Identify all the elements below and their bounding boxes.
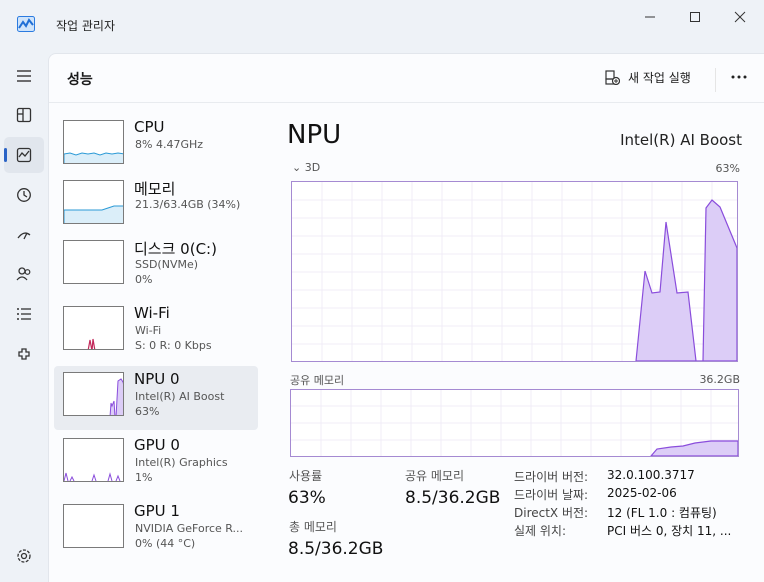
directx-version-label: DirectX 버전: — [514, 506, 589, 520]
nav-startup[interactable] — [4, 217, 44, 253]
cpu-thumbnail-graph — [63, 120, 124, 164]
utilization-value: 63% — [288, 488, 326, 508]
device-detail: 21.3/63.4GB (34%) — [135, 198, 241, 211]
processes-icon — [16, 107, 32, 123]
shared-memory-value: 8.5/36.2GB — [405, 488, 501, 508]
device-name: 디스크 0(C:) — [134, 240, 217, 258]
startup-icon — [17, 232, 31, 240]
new-task-icon — [605, 69, 620, 85]
driver-version-value: 32.0.100.3717 — [607, 468, 695, 482]
performance-icon — [16, 147, 32, 163]
device-name: GPU 1 — [134, 502, 180, 520]
device-name: NPU 0 — [134, 370, 180, 388]
device-detail: NVIDIA GeForce R... — [135, 522, 244, 535]
shared-memory-max-label: 36.2GB — [699, 373, 740, 386]
shared-memory-graph-label: 공유 메모리 — [290, 374, 345, 387]
services-icon — [18, 348, 30, 360]
minimize-icon — [645, 16, 655, 18]
npu-thumbnail-graph — [63, 372, 124, 416]
header-separator — [49, 102, 764, 103]
shared-memory-graph — [290, 389, 739, 457]
disk-thumbnail-graph — [63, 240, 124, 284]
gpu0-thumbnail-graph — [63, 438, 124, 482]
nav-settings[interactable] — [4, 538, 44, 574]
device-detail: Wi-Fi — [135, 324, 162, 337]
device-item-cpu[interactable]: CPU 8% 4.47GHz — [54, 114, 258, 178]
more-options-icon — [731, 75, 747, 79]
device-item-gpu0[interactable]: GPU 0 Intel(R) Graphics 1% — [54, 432, 258, 496]
device-detail: 8% 4.47GHz — [135, 138, 204, 151]
device-name: GPU 0 — [134, 436, 180, 454]
task-manager-app-icon — [17, 16, 35, 32]
device-detail: Intel(R) AI Boost — [135, 390, 225, 403]
window-title: 작업 관리자 — [56, 19, 116, 33]
npu-3d-graph — [291, 181, 738, 362]
engine-label: 3D — [304, 161, 321, 174]
chevron-down-icon: ⌄ — [292, 161, 302, 174]
app-history-icon — [17, 188, 31, 202]
nav-processes[interactable] — [4, 97, 44, 133]
device-name: 메모리 — [134, 180, 176, 198]
nav-services[interactable] — [4, 336, 44, 372]
nav-details[interactable] — [4, 296, 44, 332]
device-detail: Intel(R) Graphics — [135, 456, 228, 469]
maximize-icon — [690, 12, 700, 22]
nav-users[interactable] — [4, 256, 44, 292]
total-memory-label: 총 메모리 — [289, 520, 337, 534]
physical-location-value: PCI 버스 0, 장치 11, ... — [607, 524, 732, 538]
driver-date-value: 2025-02-06 — [607, 486, 677, 500]
run-new-task-label: 새 작업 실행 — [628, 70, 691, 85]
device-detail: SSD(NVMe) — [135, 258, 199, 271]
settings-icon — [17, 549, 31, 563]
page-title: 성능 — [67, 72, 93, 88]
performance-panel: 성능 새 작업 실행 CPU 8% 4.47GHz 메모리 21.3/63.4G… — [48, 53, 764, 582]
device-usage: S: 0 R: 0 Kbps — [135, 339, 212, 352]
driver-date-label: 드라이버 날짜: — [514, 488, 589, 502]
engine-max-label: 63% — [715, 162, 740, 175]
engine-selector[interactable]: ⌄ 3D — [292, 161, 320, 174]
device-usage: 1% — [135, 471, 153, 484]
header-divider — [715, 68, 716, 92]
run-new-task-button[interactable]: 새 작업 실행 — [605, 66, 691, 88]
wifi-thumbnail-graph — [63, 306, 124, 350]
device-item-memory[interactable]: 메모리 21.3/63.4GB (34%) — [54, 174, 258, 238]
utilization-label: 사용률 — [289, 469, 323, 483]
device-item-wifi[interactable]: Wi-Fi Wi-Fi S: 0 R: 0 Kbps — [54, 300, 258, 364]
device-usage: 0% — [135, 273, 153, 286]
nav-menu-button[interactable] — [4, 58, 44, 94]
directx-version-value: 12 (FL 1.0 : 컴퓨팅) — [607, 506, 717, 520]
close-button[interactable] — [718, 6, 762, 28]
device-item-disk[interactable]: 디스크 0(C:) SSD(NVMe) 0% — [54, 234, 258, 298]
details-icon — [17, 308, 31, 320]
more-options-button[interactable] — [725, 66, 753, 88]
shared-memory-label: 공유 메모리 — [405, 469, 465, 483]
device-title: NPU — [287, 120, 342, 150]
title-bar: 작업 관리자 — [0, 0, 764, 48]
device-model: Intel(R) AI Boost — [620, 131, 742, 149]
driver-version-label: 드라이버 버전: — [514, 470, 589, 484]
memory-thumbnail-graph — [63, 180, 124, 224]
device-name: Wi-Fi — [134, 304, 170, 322]
physical-location-label: 실제 위치: — [514, 524, 567, 538]
device-item-gpu1[interactable]: GPU 1 NVIDIA GeForce R... 0% (44 °C) — [54, 498, 258, 562]
users-icon — [16, 267, 31, 281]
nav-performance[interactable] — [4, 137, 44, 173]
total-memory-value: 8.5/36.2GB — [288, 539, 384, 559]
nav-app-history[interactable] — [4, 177, 44, 213]
close-icon — [734, 11, 746, 23]
hamburger-icon — [17, 70, 31, 82]
left-nav — [0, 48, 48, 582]
device-name: CPU — [134, 118, 165, 136]
device-item-npu[interactable]: NPU 0 Intel(R) AI Boost 63% — [54, 366, 258, 430]
device-usage: 63% — [135, 405, 160, 418]
minimize-button[interactable] — [628, 6, 672, 28]
device-usage: 0% (44 °C) — [135, 537, 196, 550]
maximize-button[interactable] — [673, 6, 717, 28]
gpu1-thumbnail-graph — [63, 504, 124, 548]
